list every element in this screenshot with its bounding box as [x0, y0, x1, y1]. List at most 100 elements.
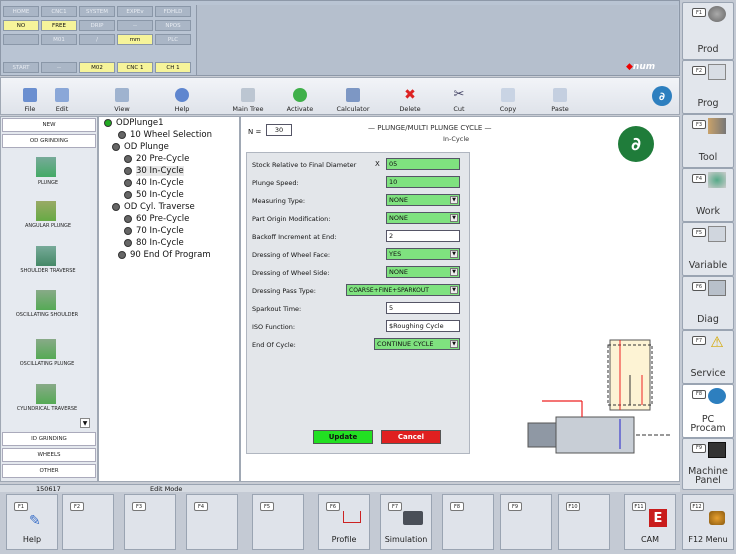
- tree-item[interactable]: 40 In-Cycle: [124, 178, 184, 188]
- stock-field[interactable]: 05: [386, 158, 460, 170]
- main-tree-button[interactable]: Main Tree: [228, 79, 268, 113]
- tree-item-selected[interactable]: 30 In-Cycle: [124, 166, 184, 176]
- tree-item[interactable]: 50 In-Cycle: [124, 190, 184, 200]
- dropdown-arrow-icon[interactable]: ▼: [450, 250, 458, 258]
- cut-label: Cut: [453, 105, 465, 113]
- status-free: FREE: [41, 20, 77, 31]
- tree-item[interactable]: 90 End Of Program: [118, 250, 211, 260]
- plunge-icon[interactable]: [36, 157, 56, 177]
- tree-group[interactable]: OD Cyl. Traverse: [112, 202, 195, 212]
- nav-oscillating-shoulder[interactable]: OSCILLATING SHOULDER: [14, 312, 80, 318]
- iso-function-field[interactable]: $Roughing Cycle: [386, 320, 460, 332]
- sparkout-field[interactable]: 5: [386, 302, 460, 314]
- nav-oscillating-plunge[interactable]: OSCILLATING PLUNGE: [14, 361, 80, 367]
- dressing-pass-label: Dressing Pass Type:: [252, 287, 316, 295]
- tree-root[interactable]: ODPlunge1: [104, 118, 164, 128]
- warning-icon: ⚠: [710, 333, 724, 351]
- tree-item[interactable]: 70 In-Cycle: [124, 226, 184, 236]
- profile-softkey[interactable]: F6 Profile: [318, 494, 370, 550]
- activate-button[interactable]: Activate: [282, 79, 318, 113]
- service-softkey[interactable]: F7 ⚠ Service: [682, 330, 734, 384]
- f2-softkey[interactable]: F2: [62, 494, 114, 550]
- nav-new[interactable]: NEW: [2, 118, 96, 132]
- view-menu[interactable]: View: [110, 79, 134, 113]
- tree-item[interactable]: 20 Pre-Cycle: [124, 154, 189, 164]
- backoff-field[interactable]: 2: [386, 230, 460, 242]
- nav-other[interactable]: OTHER: [2, 464, 96, 478]
- file-menu[interactable]: File: [18, 79, 42, 113]
- shoulder-traverse-icon[interactable]: [36, 246, 56, 266]
- n-field[interactable]: 30: [266, 124, 292, 136]
- oscillating-shoulder-icon[interactable]: [36, 290, 56, 310]
- dropdown-arrow-icon[interactable]: ▼: [450, 196, 458, 204]
- prod-softkey[interactable]: F1 Prod: [682, 2, 734, 60]
- cut-button[interactable]: ✂ Cut: [446, 79, 472, 114]
- variable-icon: [708, 226, 726, 242]
- dressing-pass-select[interactable]: COARSE+FINE+SPARKOUT ▼: [346, 284, 460, 296]
- nav-shoulder-traverse[interactable]: SHOULDER TRAVERSE: [18, 268, 78, 274]
- pc-procam-softkey[interactable]: F8 PC Procam: [682, 384, 734, 438]
- dropdown-arrow-icon[interactable]: ▼: [450, 268, 458, 276]
- nav-wheels[interactable]: WHEELS: [2, 448, 96, 462]
- f12-menu-softkey[interactable]: F12 F12 Menu: [682, 494, 734, 550]
- dropdown-arrow-icon[interactable]: ▼: [450, 340, 458, 348]
- status-cnc-1: CNC 1: [117, 62, 153, 73]
- prog-softkey[interactable]: F2 Prog: [682, 60, 734, 114]
- edit-menu[interactable]: Edit: [50, 79, 74, 113]
- status-mm: mm: [117, 34, 153, 45]
- cam-softkey[interactable]: F11 E CAM: [624, 494, 676, 550]
- tree-group[interactable]: OD Plunge: [112, 142, 169, 152]
- help-menu[interactable]: Help: [170, 79, 194, 113]
- diagnostic-icon: [708, 280, 726, 296]
- simulation-softkey[interactable]: F7 Simulation: [380, 494, 432, 550]
- f8-softkey[interactable]: F8: [442, 494, 494, 550]
- f5-softkey[interactable]: F5: [252, 494, 304, 550]
- softkey-label: Help: [22, 535, 42, 544]
- nav-plunge[interactable]: PLUNGE: [4, 180, 92, 186]
- status-expev: EXPEv: [117, 6, 153, 17]
- softkey-badge: F5: [692, 228, 706, 237]
- nav-scroll-down-button[interactable]: ▼: [80, 418, 90, 428]
- nav-angular-plunge[interactable]: ANGULAR PLUNGE: [20, 223, 76, 229]
- dressing-side-select[interactable]: NONE ▼: [386, 266, 460, 278]
- status-home: HOME: [3, 6, 39, 17]
- tool-softkey[interactable]: F3 Tool: [682, 114, 734, 168]
- softkey-badge: F6: [326, 502, 340, 511]
- tree-item[interactable]: 80 In-Cycle: [124, 238, 184, 248]
- update-button[interactable]: Update: [313, 430, 373, 444]
- angular-plunge-icon[interactable]: [36, 201, 56, 221]
- work-softkey[interactable]: F4 Work: [682, 168, 734, 222]
- calculator-button[interactable]: Calculator: [332, 79, 374, 113]
- machine-panel-softkey[interactable]: F9 Machine Panel: [682, 438, 734, 490]
- help-softkey[interactable]: F1 ✎ Help: [6, 494, 58, 550]
- paste-button[interactable]: Paste: [546, 79, 574, 113]
- tree-item-label: 60 Pre-Cycle: [136, 214, 190, 224]
- nav-od-grinding[interactable]: OD GRINDING: [2, 134, 96, 148]
- delete-button[interactable]: ✖ Delete: [394, 79, 426, 113]
- plunge-speed-field[interactable]: 10: [386, 176, 460, 188]
- nav-cylindrical-traverse[interactable]: CYLINDRICAL TRAVERSE: [14, 406, 80, 412]
- tree-item[interactable]: 60 Pre-Cycle: [124, 214, 189, 224]
- tree-item-label: 40 In-Cycle: [136, 178, 184, 188]
- nav-id-grinding[interactable]: ID GRINDING: [2, 432, 96, 446]
- status-dash2: --: [41, 62, 77, 73]
- part-origin-select[interactable]: NONE ▼: [386, 212, 460, 224]
- variable-softkey[interactable]: F5 Variable: [682, 222, 734, 276]
- f9-softkey[interactable]: F9: [500, 494, 552, 550]
- tree-item[interactable]: 10 Wheel Selection: [118, 130, 212, 140]
- f10-softkey[interactable]: F10: [558, 494, 610, 550]
- diag-softkey[interactable]: F6 Diag: [682, 276, 734, 330]
- dressing-face-select[interactable]: YES ▼: [386, 248, 460, 260]
- procam-toolbar-icon[interactable]: ∂: [652, 86, 672, 106]
- cylindrical-traverse-icon[interactable]: [36, 384, 56, 404]
- measuring-type-select[interactable]: NONE ▼: [386, 194, 460, 206]
- cancel-button[interactable]: Cancel: [381, 430, 441, 444]
- end-cycle-select[interactable]: CONTINUE CYCLE ▼: [374, 338, 460, 350]
- copy-button[interactable]: Copy: [494, 79, 522, 113]
- oscillating-plunge-icon[interactable]: [36, 339, 56, 359]
- dropdown-arrow-icon[interactable]: ▼: [450, 214, 458, 222]
- f3-softkey[interactable]: F3: [124, 494, 176, 550]
- dropdown-arrow-icon[interactable]: ▼: [450, 286, 458, 294]
- f4-softkey[interactable]: F4: [186, 494, 238, 550]
- status-npos: NPOS: [155, 20, 191, 31]
